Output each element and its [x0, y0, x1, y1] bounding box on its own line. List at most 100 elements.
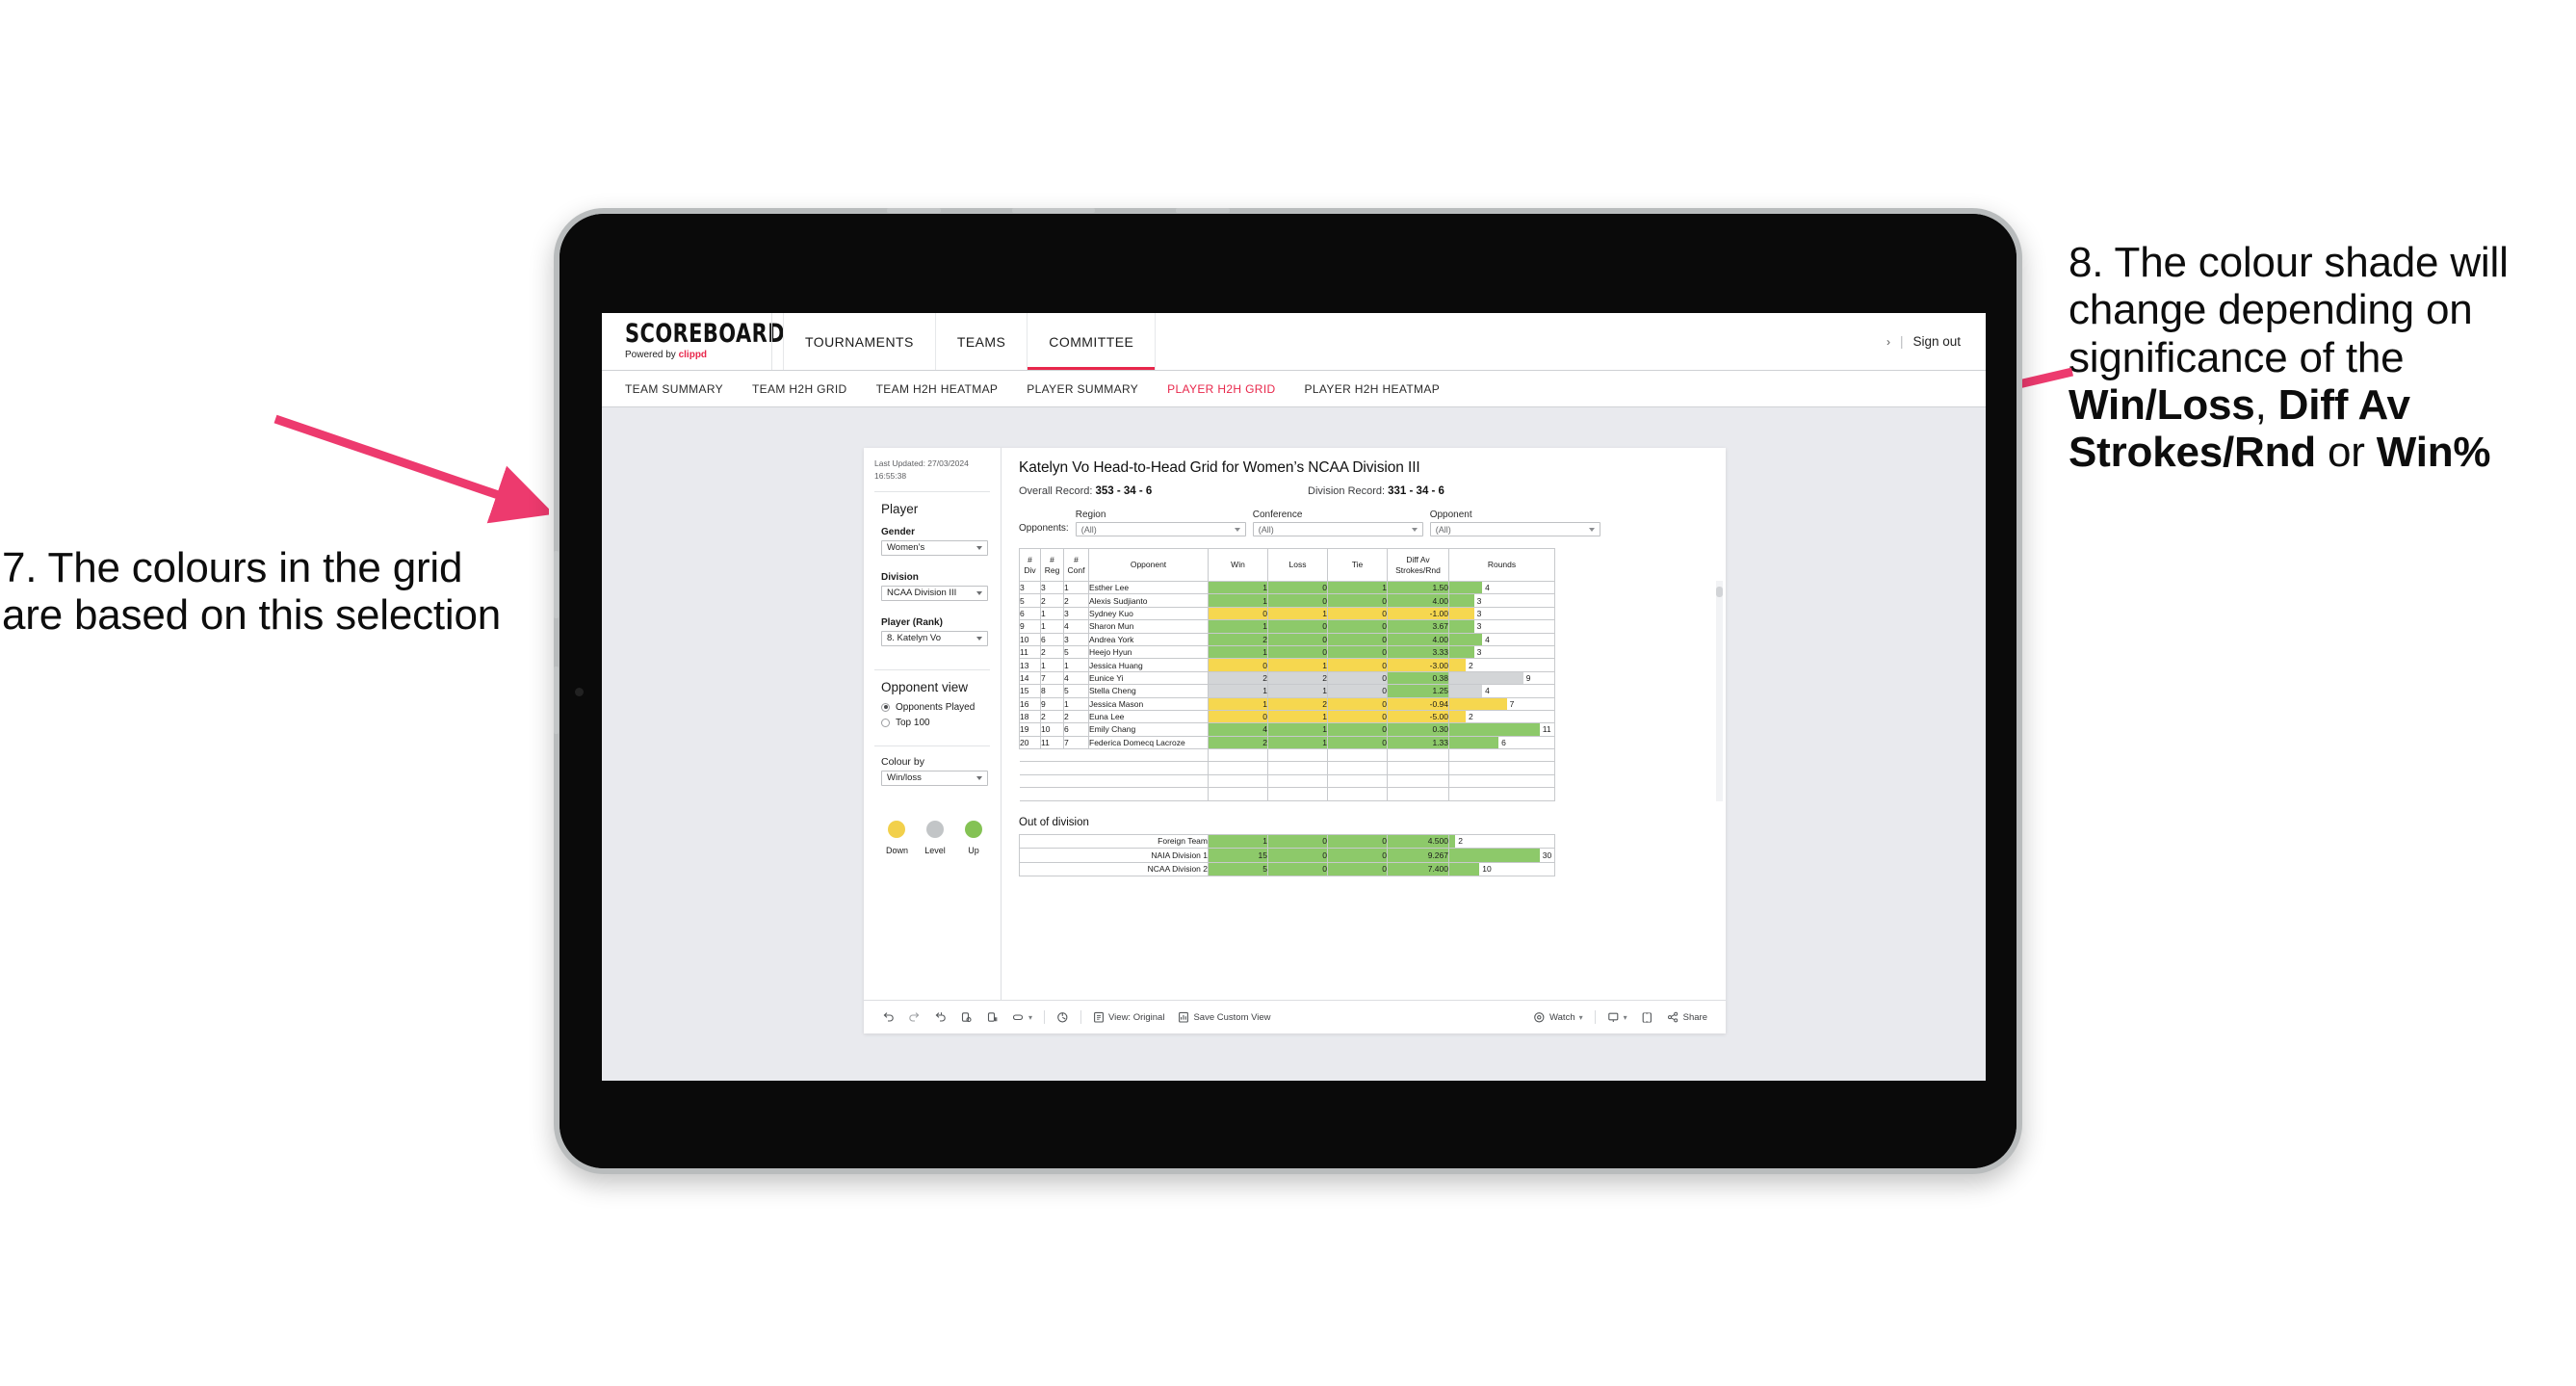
opponent-filter-select[interactable]: (All) — [1429, 522, 1600, 536]
cell-conf: 6 — [1063, 722, 1089, 737]
table-row[interactable]: 6 1 3 Sydney Kuo 0 1 0 -1.00 3 — [1019, 606, 1555, 621]
toolbar-divider-3 — [1594, 1010, 1596, 1024]
table-row[interactable]: 11 2 5 Heejo Hyun 1 0 0 3.33 3 — [1019, 644, 1555, 660]
subnav-item-team-h2h-grid[interactable]: TEAM H2H GRID — [752, 382, 847, 396]
dashboard-body: Last Updated: 27/03/2024 16:55:38 Player… — [864, 448, 1726, 1000]
table-row[interactable]: 10 6 3 Andrea York 2 0 0 4.00 4 — [1019, 632, 1555, 646]
radio-opponents-played[interactable]: Opponents Played — [874, 702, 990, 713]
cell-conf: 5 — [1063, 684, 1089, 698]
table-row[interactable]: 20 11 7 Federica Domecq Lacroze 2 1 0 1.33 6 — [1019, 735, 1555, 750]
cell-win: 1 — [1208, 833, 1268, 850]
chevron-right-icon[interactable]: › — [1886, 335, 1890, 349]
player-section-heading: Player — [881, 501, 919, 516]
column-header-rounds[interactable]: Rounds — [1448, 548, 1555, 582]
column-header-diff-av-strokes-rnd[interactable]: Diff Av Strokes/Rnd — [1387, 548, 1449, 582]
rounds-bar — [1449, 645, 1474, 659]
cell-tie: 0 — [1327, 644, 1388, 660]
overall-record-value: 353 - 34 - 6 — [1095, 485, 1153, 497]
cell-reg: 11 — [1040, 735, 1064, 750]
table-row[interactable]: 5 2 2 Alexis Sudjianto 1 0 0 4.00 3 — [1019, 593, 1555, 608]
gender-label: Gender — [881, 526, 916, 537]
conference-filter-select[interactable]: (All) — [1252, 522, 1423, 536]
cell-opponent: Andrea York — [1088, 632, 1209, 646]
pause-updates-button[interactable] — [979, 1011, 1005, 1024]
player-rank-select[interactable]: 8. Katelyn Vo — [881, 630, 988, 646]
fullscreen-button[interactable] — [1634, 1011, 1660, 1024]
column-header-div[interactable]: # Div — [1019, 548, 1041, 582]
nav-item-tournaments[interactable]: TOURNAMENTS — [783, 313, 936, 370]
logo[interactable]: SCOREBOARD Powered by clippd — [625, 320, 785, 360]
nav-item-committee[interactable]: COMMITTEE — [1028, 313, 1157, 370]
cell-win: 5 — [1208, 861, 1268, 877]
cell-div: 20 — [1019, 735, 1041, 750]
out-of-division-row[interactable]: NAIA Division 1 15 0 0 9.267 30 — [1019, 848, 1555, 863]
filler-cell — [1063, 773, 1089, 789]
nav-item-teams[interactable]: TEAMS — [936, 313, 1028, 370]
subnav-item-player-h2h-heatmap[interactable]: PLAYER H2H HEATMAP — [1305, 382, 1441, 396]
sidebar-divider-1 — [874, 490, 990, 492]
cell-tie: 0 — [1327, 735, 1388, 750]
cell-reg: 2 — [1040, 644, 1064, 660]
table-row[interactable]: 16 9 1 Jessica Mason 1 2 0 -0.94 7 — [1019, 696, 1555, 711]
table-row[interactable]: 18 2 2 Euna Lee 0 1 0 -5.00 2 — [1019, 709, 1555, 724]
cell-diff-av-strokes: -0.94 — [1387, 696, 1449, 711]
out-of-division-row[interactable]: NCAA Division 2 5 0 0 7.400 10 — [1019, 861, 1555, 877]
column-header-tie[interactable]: Tie — [1327, 548, 1388, 582]
subnav-item-player-summary[interactable]: PLAYER SUMMARY — [1027, 382, 1138, 396]
table-row[interactable]: 15 8 5 Stella Cheng 1 1 0 1.25 4 — [1019, 684, 1555, 698]
opponent-view-heading: Opponent view — [881, 679, 969, 694]
division-select[interactable]: NCAA Division III — [881, 585, 988, 601]
save-custom-view-button[interactable]: Save Custom View — [1171, 1011, 1277, 1024]
view-original-button[interactable]: View: Original — [1086, 1011, 1171, 1024]
refresh-data-button[interactable] — [953, 1011, 979, 1024]
rounds-bar — [1449, 697, 1507, 710]
cell-opponent: Jessica Huang — [1088, 658, 1209, 672]
table-row[interactable]: 13 1 1 Jessica Huang 0 1 0 -3.00 2 — [1019, 658, 1555, 672]
cell-conf: 4 — [1063, 619, 1089, 634]
cell-rounds-bar: 3 — [1448, 606, 1555, 621]
undo-button[interactable] — [875, 1011, 901, 1024]
cell-reg: 1 — [1040, 658, 1064, 672]
cell-conf: 2 — [1063, 709, 1089, 724]
table-row[interactable]: 19 10 6 Emily Chang 4 1 0 0.30 11 — [1019, 722, 1555, 737]
download-button[interactable]: ▾ — [1600, 1011, 1634, 1024]
revert-button[interactable] — [927, 1011, 953, 1024]
grid-scrollbar-thumb[interactable] — [1716, 587, 1723, 597]
colour-by-select[interactable]: Win/loss — [881, 770, 988, 786]
main-nav: TOURNAMENTS TEAMS COMMITTEE — [783, 313, 1157, 370]
subnav-item-team-h2h-heatmap[interactable]: TEAM H2H HEATMAP — [876, 382, 999, 396]
subnav-item-team-summary[interactable]: TEAM SUMMARY — [625, 382, 723, 396]
rounds-value: 2 — [1458, 836, 1463, 847]
logo-powered-text: Powered by — [625, 350, 679, 360]
cell-rounds-bar: 4 — [1448, 580, 1555, 595]
view-mode-button[interactable]: ▾ — [1005, 1011, 1039, 1024]
region-filter-select[interactable]: (All) — [1075, 522, 1246, 536]
column-header-conf[interactable]: # Conf — [1063, 548, 1089, 582]
sidebar-divider-3 — [874, 745, 990, 746]
filler-cell — [1267, 787, 1328, 801]
column-header-reg[interactable]: # Reg — [1040, 548, 1064, 582]
filler-cell — [1019, 748, 1041, 763]
share-button[interactable]: Share — [1660, 1011, 1714, 1024]
subnav-item-player-h2h-grid[interactable]: PLAYER H2H GRID — [1167, 382, 1275, 396]
radio-top-100[interactable]: Top 100 — [874, 718, 990, 728]
grid-scrollbar[interactable] — [1716, 581, 1723, 801]
table-row[interactable]: 14 7 4 Eunice Yi 2 2 0 0.38 9 — [1019, 670, 1555, 686]
highlight-button[interactable] — [1050, 1011, 1076, 1024]
table-row[interactable]: 3 3 1 Esther Lee 1 0 1 1.50 4 — [1019, 580, 1555, 595]
out-of-division-row[interactable]: Foreign Team 1 0 0 4.500 2 — [1019, 833, 1555, 850]
filler-cell — [1063, 761, 1089, 775]
redo-button[interactable] — [901, 1011, 927, 1024]
gender-select[interactable]: Women’s — [881, 539, 988, 556]
filler-cell — [1448, 773, 1555, 789]
watch-button[interactable]: Watch ▾ — [1526, 1011, 1590, 1024]
column-header-win[interactable]: Win — [1208, 548, 1268, 582]
column-header-opponent[interactable]: Opponent — [1088, 548, 1209, 582]
column-header-loss[interactable]: Loss — [1267, 548, 1328, 582]
table-row[interactable]: 9 1 4 Sharon Mun 1 0 0 3.67 3 — [1019, 619, 1555, 634]
legend-item-up: Up — [963, 820, 984, 855]
filler-cell — [1063, 787, 1089, 801]
filler-cell — [1088, 748, 1209, 763]
sign-out-link[interactable]: Sign out — [1912, 334, 1961, 349]
annotation-8-sep1: , — [2254, 380, 2278, 429]
